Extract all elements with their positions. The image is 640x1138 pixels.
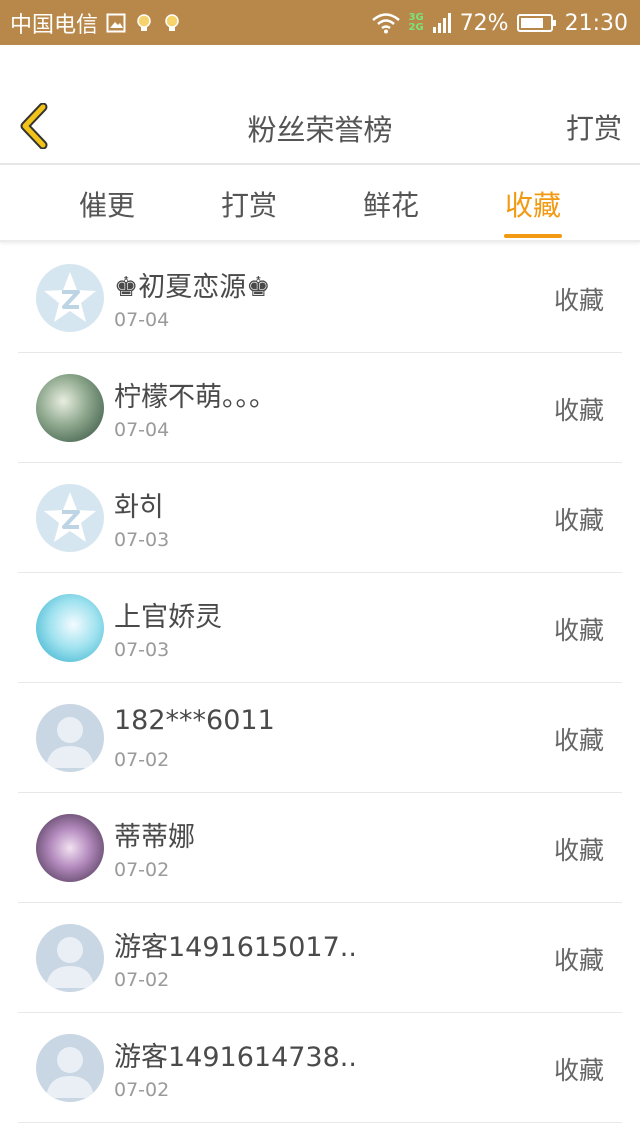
- default-user-avatar-icon: [36, 1034, 104, 1102]
- list-item[interactable]: 上官娇灵 07-03 收藏: [18, 573, 622, 683]
- fan-name: 柠檬不萌。。。: [114, 382, 276, 413]
- list-item[interactable]: 游客1491614738... 07-02 收藏: [18, 1013, 622, 1123]
- fan-action-label: 收藏: [553, 1056, 604, 1085]
- list-item[interactable]: ♚初夏恋源♚ 07-04 收藏: [18, 243, 622, 353]
- reward-button[interactable]: 打赏: [566, 107, 622, 147]
- list-item[interactable]: 화히 07-03 收藏: [18, 463, 622, 573]
- fan-action-label: 收藏: [553, 946, 604, 975]
- battery-icon: [516, 13, 557, 33]
- fan-action-label: 收藏: [553, 836, 604, 865]
- fan-date: 07-03: [114, 529, 170, 551]
- signal-icon: [432, 12, 452, 34]
- qq-default-avatar-icon: [36, 484, 104, 552]
- fan-list: ♚初夏恋源♚ 07-04 收藏 柠檬不萌。。。 07-04 收藏 화히 07-0…: [0, 243, 640, 1123]
- wifi-icon: [371, 12, 401, 34]
- tab-flowers[interactable]: 鲜花: [311, 165, 471, 242]
- status-right: 3G 2G 72% 21:30: [371, 8, 628, 38]
- status-left: 中国电信: [10, 8, 182, 38]
- active-tab-indicator: [504, 234, 562, 238]
- fan-action-label: 收藏: [553, 396, 604, 425]
- fan-date: 07-02: [114, 749, 170, 771]
- fan-action-label: 收藏: [553, 506, 604, 535]
- battery-percent: 72%: [459, 10, 509, 36]
- default-user-avatar-icon: [36, 704, 104, 772]
- fan-name: 游客1491614738...: [114, 1042, 354, 1073]
- carrier-label: 中国电信: [10, 13, 99, 38]
- page-title: 粉丝荣誉榜: [247, 113, 393, 147]
- fan-date: 07-02: [114, 969, 170, 991]
- network-type-badge: 3G 2G: [408, 12, 424, 33]
- user-photo-avatar: [36, 594, 104, 662]
- fan-date: 07-03: [114, 639, 170, 661]
- tab-favorites[interactable]: 收藏: [453, 165, 613, 242]
- photo-notification-icon: [106, 13, 126, 33]
- fan-date: 07-04: [114, 419, 170, 441]
- fan-name: ♚初夏恋源♚: [114, 272, 271, 303]
- list-item[interactable]: 游客1491615017... 07-02 收藏: [18, 903, 622, 1013]
- tab-bar: 催更 打赏 鲜花 收藏: [0, 165, 640, 242]
- fan-date: 07-02: [114, 859, 170, 881]
- user-photo-avatar: [36, 374, 104, 442]
- nav-header: 粉丝荣誉榜 打赏: [0, 45, 640, 165]
- bulb-notification-icon: [134, 12, 154, 34]
- clock: 21:30: [564, 10, 628, 36]
- fan-name: 182***6011: [114, 705, 275, 736]
- fan-date: 07-02: [114, 1079, 170, 1101]
- fan-name: 游客1491615017...: [114, 932, 354, 963]
- default-user-avatar-icon: [36, 924, 104, 992]
- fan-name: 蒂蒂娜: [114, 822, 195, 853]
- tab-urge[interactable]: 催更: [27, 165, 187, 242]
- user-photo-avatar: [36, 814, 104, 882]
- fan-action-label: 收藏: [553, 726, 604, 755]
- bulb-notification-icon: [162, 12, 182, 34]
- qq-default-avatar-icon: [36, 264, 104, 332]
- fan-name: 上官娇灵: [114, 602, 222, 633]
- list-item[interactable]: 182***6011 07-02 收藏: [18, 683, 622, 793]
- fan-action-label: 收藏: [553, 286, 604, 315]
- fan-action-label: 收藏: [553, 616, 604, 645]
- list-item[interactable]: 柠檬不萌。。。 07-04 收藏: [18, 353, 622, 463]
- fan-name: 화히: [114, 492, 164, 523]
- tab-reward[interactable]: 打赏: [169, 165, 329, 242]
- list-item[interactable]: 蒂蒂娜 07-02 收藏: [18, 793, 622, 903]
- fan-date: 07-04: [114, 309, 170, 331]
- status-bar: 中国电信 3G 2G 72% 21:30: [0, 0, 640, 45]
